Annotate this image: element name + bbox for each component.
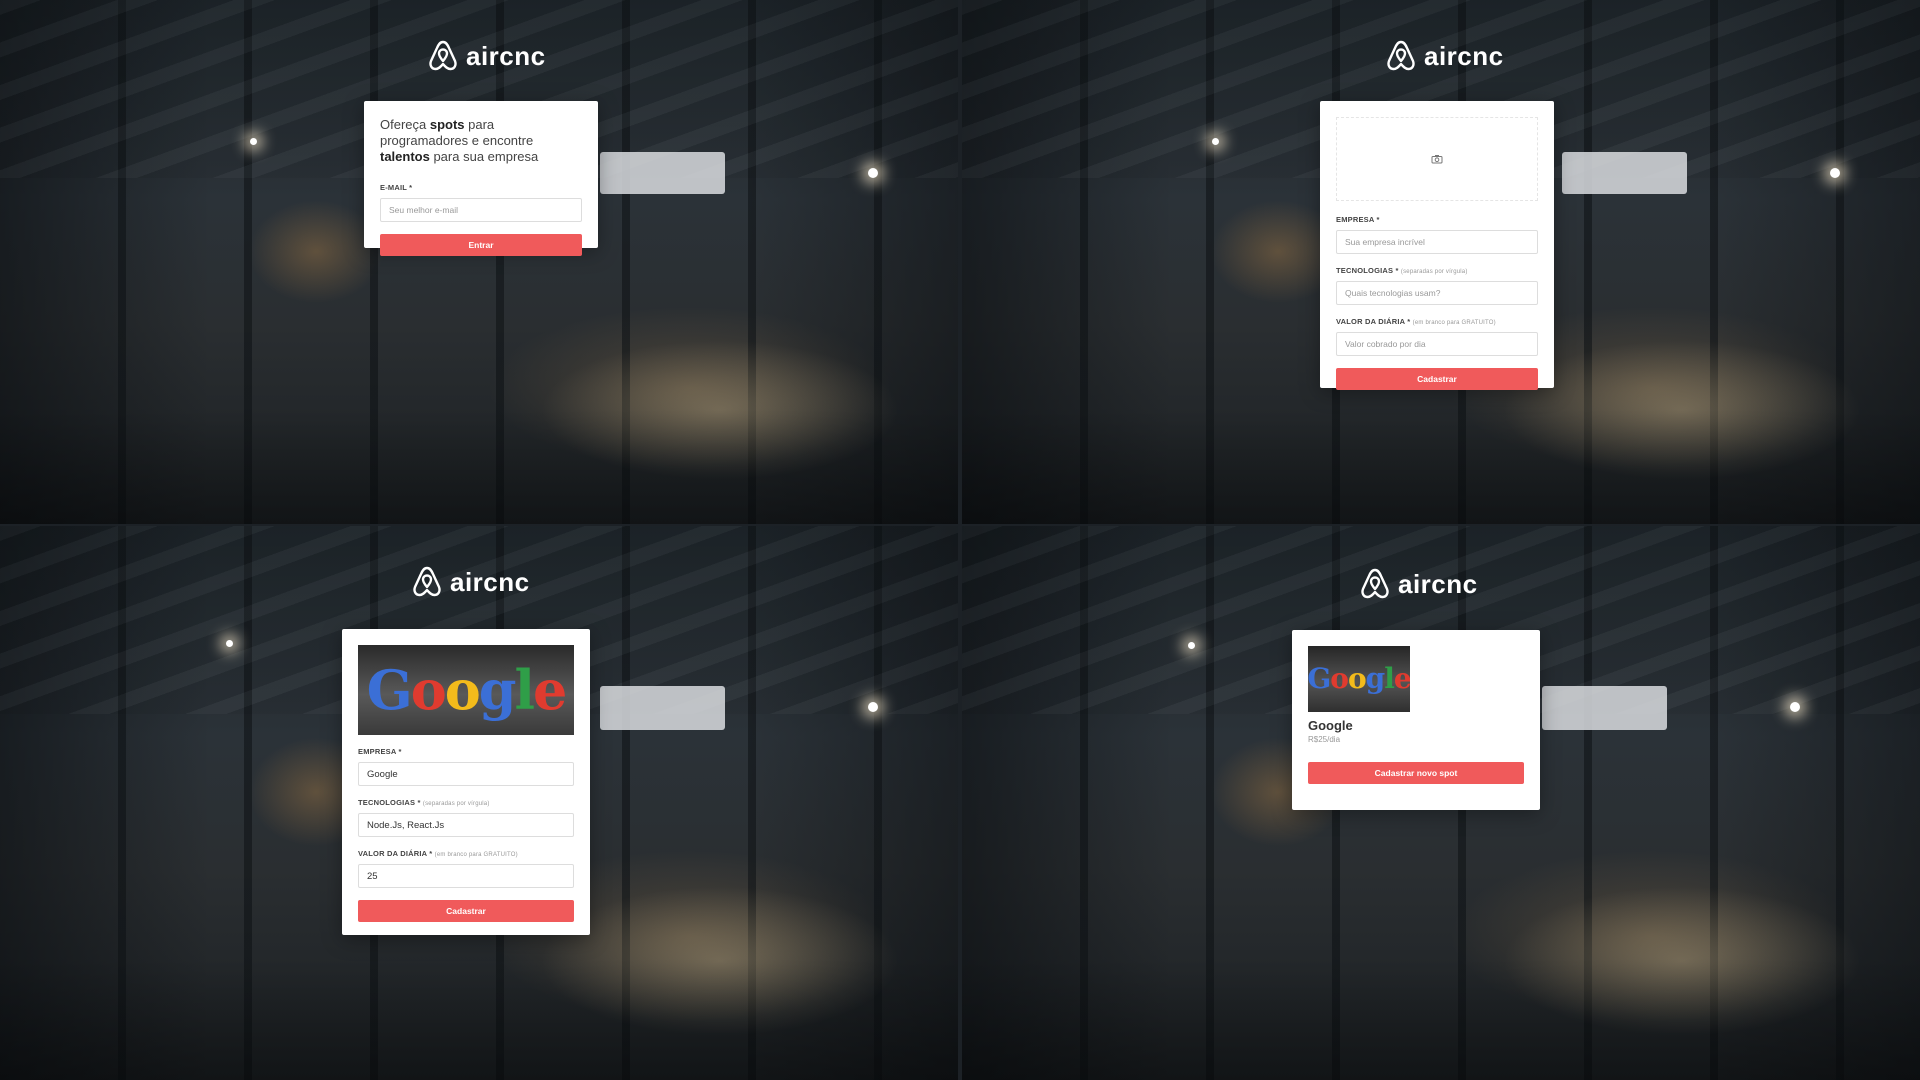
ceiling-light xyxy=(868,168,878,178)
login-screen-background: aircnc Ofereça spots para programadores … xyxy=(0,0,958,524)
airbnb-belo-icon xyxy=(429,40,457,71)
spot-thumbnail: Google xyxy=(1308,646,1410,712)
floor-shade xyxy=(962,958,1920,1080)
ceiling-light xyxy=(1188,642,1195,649)
techs-label-text: TECNOLOGIAS * xyxy=(1336,266,1399,275)
dashboard-card: Google Google R$25/dia Cadastrar novo sp… xyxy=(1292,630,1540,810)
spot-list-item: Google Google R$25/dia xyxy=(1308,646,1524,744)
price-label: VALOR DA DIÁRIA * (em branco para GRATUI… xyxy=(1336,317,1538,326)
floor-shade xyxy=(962,408,1920,524)
air-conditioner xyxy=(1562,152,1687,194)
brand-name: aircnc xyxy=(1398,568,1478,599)
price-hint: (em branco para GRATUITO) xyxy=(1412,320,1496,326)
air-conditioner xyxy=(600,152,725,194)
airbnb-belo-icon xyxy=(1387,40,1415,71)
techs-label: TECNOLOGIAS * (separadas por vírgula) xyxy=(358,798,574,807)
register-button[interactable]: Cadastrar xyxy=(1336,368,1538,390)
ceiling-light xyxy=(868,702,878,712)
spot-name: Google xyxy=(1308,718,1353,733)
brand-logo: aircnc xyxy=(1360,568,1478,600)
price-field[interactable] xyxy=(358,864,574,888)
ceiling-light xyxy=(250,138,257,145)
new-spot-filled-card: Google EMPRESA * TECNOLOGIAS * (separada… xyxy=(342,629,590,935)
brand-name: aircnc xyxy=(466,40,546,71)
new-spot-button[interactable]: Cadastrar novo spot xyxy=(1308,762,1524,784)
email-label: E-MAIL * xyxy=(380,183,413,192)
price-hint: (em branco para GRATUITO) xyxy=(434,852,518,858)
brand-logo: aircnc xyxy=(1386,40,1504,72)
techs-label-text: TECNOLOGIAS * xyxy=(358,798,421,807)
brand-logo: aircnc xyxy=(428,40,546,72)
spot-price: R$25/dia xyxy=(1308,735,1341,744)
email-field[interactable] xyxy=(380,198,582,222)
thumbnail-upload[interactable] xyxy=(1336,117,1538,201)
air-conditioner xyxy=(600,686,725,731)
price-label: VALOR DA DIÁRIA * (em branco para GRATUI… xyxy=(358,849,574,858)
camera-icon xyxy=(1431,155,1443,164)
techs-label: TECNOLOGIAS * (separadas por vírgula) xyxy=(1336,266,1538,275)
new-spot-screen-background: aircnc EMPRESA * TECNOLOGIAS * (separada… xyxy=(962,0,1920,524)
ceiling-light xyxy=(1212,138,1219,145)
airbnb-belo-icon xyxy=(1361,568,1389,599)
price-field[interactable] xyxy=(1336,332,1538,356)
ceiling-light xyxy=(226,640,233,647)
new-spot-card: EMPRESA * TECNOLOGIAS * (separadas por v… xyxy=(1320,101,1554,390)
ceiling-light xyxy=(1830,168,1840,178)
login-intro-text: Ofereça spots para programadores e encon… xyxy=(380,117,582,165)
thumbnail-preview[interactable]: Google xyxy=(358,645,574,735)
price-label-text: VALOR DA DIÁRIA * xyxy=(1336,317,1411,326)
floor-shade xyxy=(0,408,958,524)
techs-field[interactable] xyxy=(1336,281,1538,305)
air-conditioner xyxy=(1542,686,1667,731)
techs-hint: (separadas por vírgula) xyxy=(422,801,490,807)
company-label: EMPRESA * xyxy=(358,747,402,756)
login-button[interactable]: Entrar xyxy=(380,234,582,256)
spot-thumbnail-google-sign: Google xyxy=(1308,662,1410,695)
airbnb-belo-icon xyxy=(413,566,441,597)
company-field[interactable] xyxy=(1336,230,1538,254)
dashboard-screen-background: aircnc Google Google R$25/dia Cadastrar … xyxy=(962,526,1920,1080)
price-label-text: VALOR DA DIÁRIA * xyxy=(358,849,433,858)
intro-prefix: Ofereça xyxy=(380,117,430,132)
thumbnail-google-sign: Google xyxy=(366,658,568,722)
company-field[interactable] xyxy=(358,762,574,786)
brand-name: aircnc xyxy=(450,566,530,597)
intro-suffix: para sua empresa xyxy=(429,149,539,164)
intro-bold-spots: spots xyxy=(429,117,465,132)
floor-shade xyxy=(0,958,958,1080)
brand-logo: aircnc xyxy=(412,566,530,598)
brand-name: aircnc xyxy=(1424,40,1504,71)
login-card: Ofereça spots para programadores e encon… xyxy=(364,101,598,256)
intro-bold-talents: talentos xyxy=(380,149,430,164)
techs-hint: (separadas por vírgula) xyxy=(1400,269,1468,275)
techs-field[interactable] xyxy=(358,813,574,837)
company-label: EMPRESA * xyxy=(1336,215,1380,224)
ceiling-light xyxy=(1790,702,1800,712)
new-spot-filled-screen-background: aircnc Google EMPRESA * TECNOLOGIAS * (s… xyxy=(0,526,958,1080)
register-button[interactable]: Cadastrar xyxy=(358,900,574,922)
